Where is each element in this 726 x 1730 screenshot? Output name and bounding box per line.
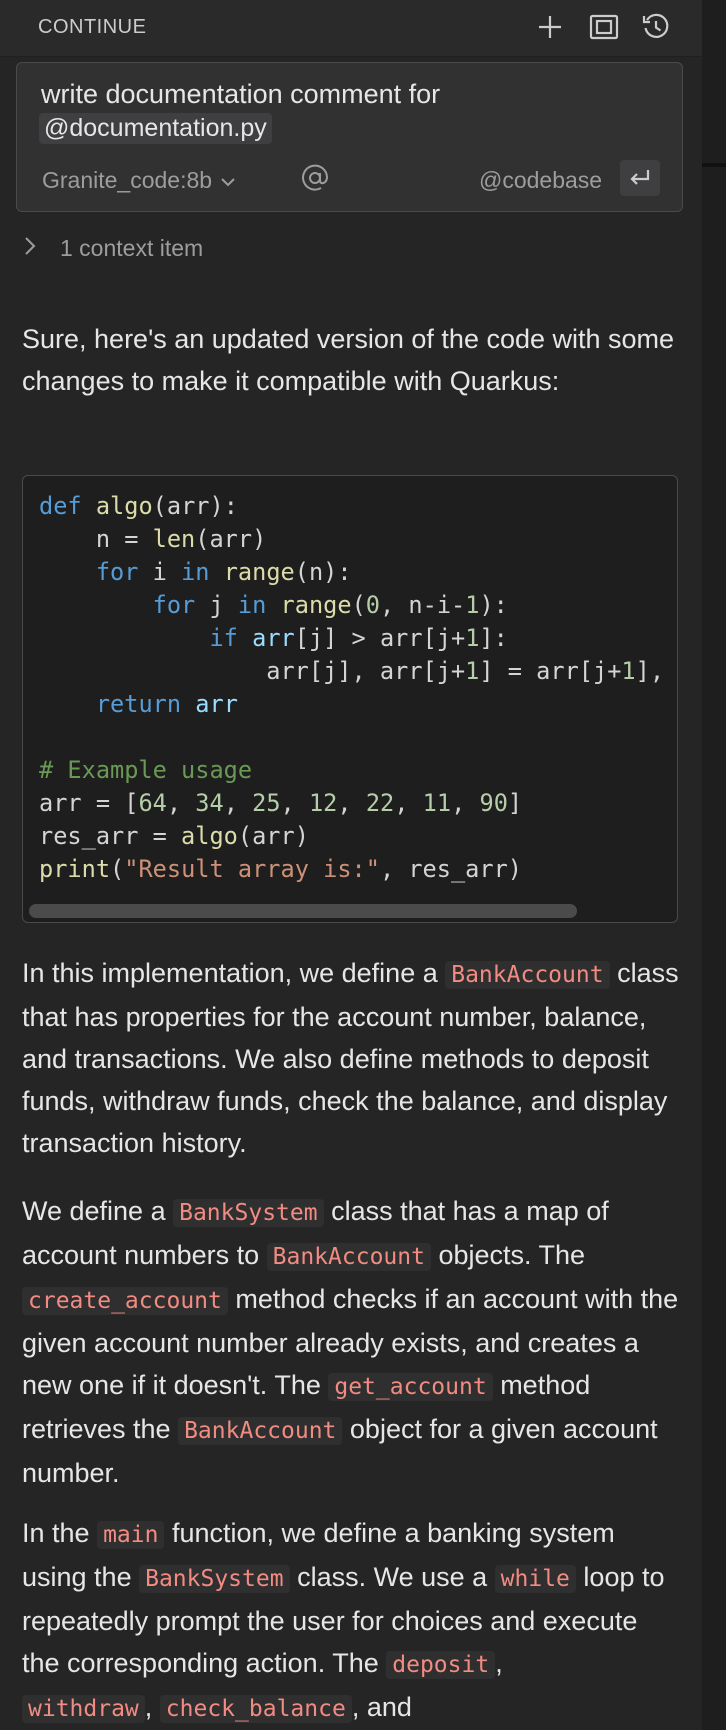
code-line: for i in range(n): [95,558,352,586]
response-intro: Sure, here's an updated version of the c… [22,324,675,396]
code-line: print("Result array is:", res_arr) [39,855,522,883]
inline-code: BankAccount [178,1417,343,1445]
code-block: def algo(arr): n = len(arr) for i in ran… [22,475,678,923]
app-title: CONTINUE [38,16,147,38]
text: , [144,1692,160,1722]
inline-code: check_balance [159,1695,352,1723]
code-line: # Example usage [39,756,253,784]
inline-code: deposit [386,1651,496,1679]
history-icon[interactable] [639,10,673,44]
text: In the [22,1518,98,1548]
text: , [495,1648,503,1678]
code-line: return arr [95,690,238,718]
model-name: Granite_code:8b [42,167,213,193]
inline-code: BankAccount [445,961,610,989]
maximize-icon[interactable] [587,10,621,44]
inline-code: withdraw [22,1695,145,1723]
inline-code: BankAccount [266,1243,431,1271]
model-selector[interactable]: Granite_code:8b [42,167,236,194]
inline-code: create_account [22,1287,228,1315]
response-paragraph-1: In this implementation, we define a Bank… [22,952,682,1164]
chevron-right-icon [24,236,36,261]
horizontal-scrollbar[interactable] [29,904,577,918]
text: , and [351,1692,412,1722]
text: class. We use a [289,1562,495,1592]
chevron-down-icon [220,167,236,194]
inline-code: while [494,1565,576,1593]
text: In this implementation, we define a [22,958,446,988]
code-line: arr = [64, 34, 25, 12, 22, 11, 90] [39,789,523,817]
inline-code: BankSystem [139,1565,290,1593]
file-mention-chip[interactable]: @documentation.py [39,113,272,144]
response-paragraph-2: We define a BankSystem class that has a … [22,1190,682,1494]
inline-code: BankSystem [173,1199,324,1227]
at-mention-icon[interactable] [301,164,329,197]
enter-icon[interactable] [620,160,660,196]
input-text: write documentation comment for [41,79,441,109]
context-toggle[interactable]: 1 context item [24,235,203,262]
text: objects. The [430,1240,586,1270]
inline-code: get_account [328,1373,493,1401]
side-panel-edge [702,0,726,1730]
code-line: if arr[j] > arr[j+1]: [209,624,508,652]
panel-divider [702,163,726,167]
codebase-button[interactable]: @codebase [479,167,602,194]
code-line: res_arr = algo(arr) [39,822,309,850]
header-bar: CONTINUE [0,0,702,57]
code-line: arr[j], arr[j+1] = arr[j+1], [39,657,665,685]
chat-input[interactable]: write documentation comment for @documen… [16,62,683,212]
code-line: for j in range(0, n-i-1): [152,591,508,619]
plus-icon[interactable] [533,10,567,44]
context-label: 1 context item [60,235,204,261]
text: We define a [22,1196,174,1226]
code-line: n = len(arr) [39,525,267,553]
code-line: def algo(arr): [39,492,238,520]
inline-code: main [97,1521,165,1549]
response-paragraph-3: In the main function, we define a bankin… [22,1512,682,1730]
code-content: def algo(arr): n = len(arr) for i in ran… [39,490,677,886]
